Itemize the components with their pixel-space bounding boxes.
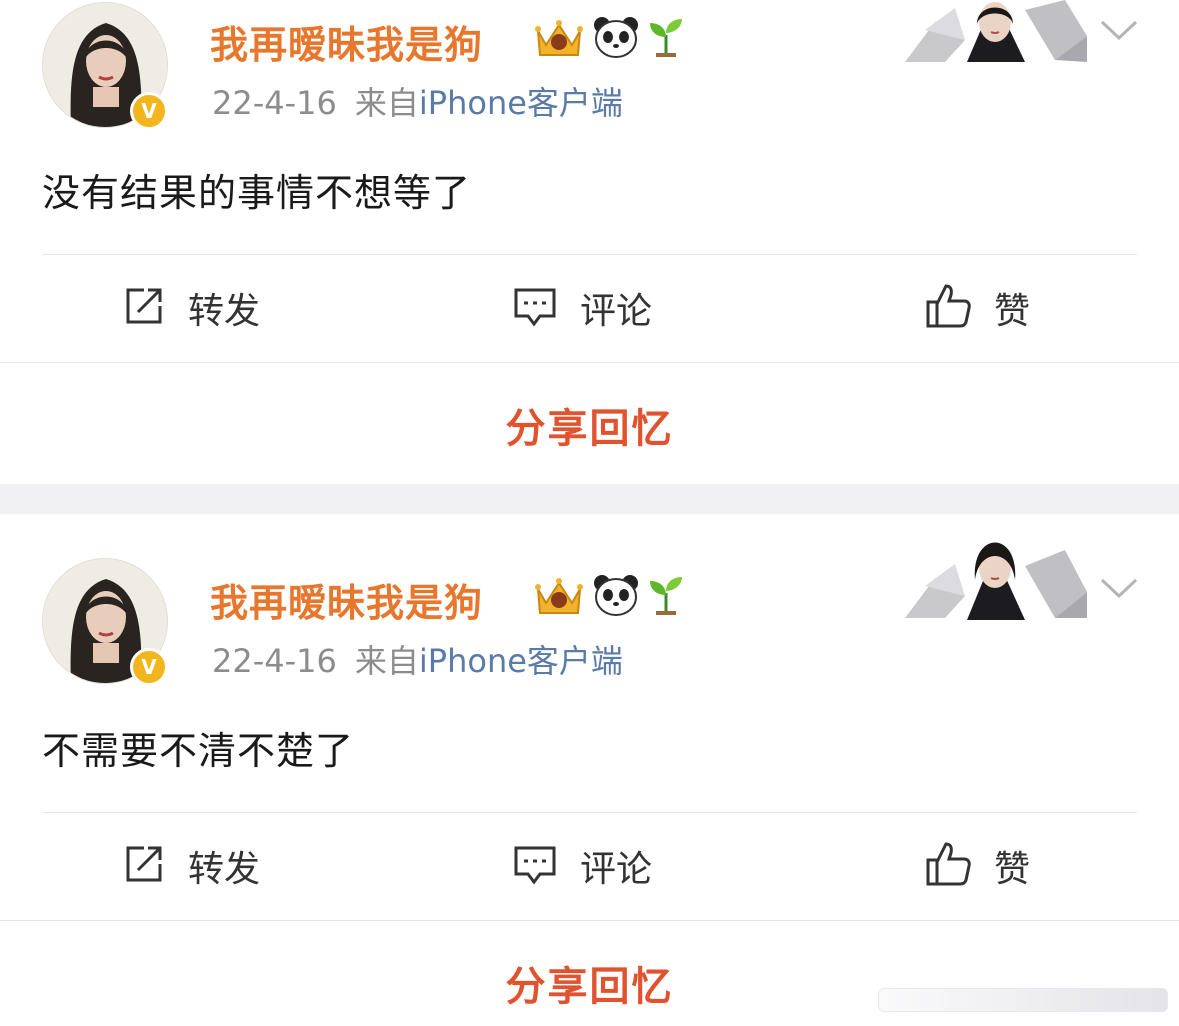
post-text: 没有结果的事情不想等了 [42, 171, 472, 215]
username[interactable]: 我再暧昧我是狗 [210, 572, 483, 627]
post-separator [0, 484, 1179, 514]
chevron-down-icon[interactable] [1098, 14, 1140, 44]
post-meta: 22-4-16 来自iPhone客户端 [212, 78, 623, 124]
comment-button[interactable]: 评论 [512, 283, 652, 333]
divider [0, 362, 1179, 363]
post-date: 22-4-16 [212, 84, 337, 122]
repost-icon [122, 842, 166, 890]
comment-label: 评论 [580, 849, 653, 890]
like-label: 赞 [994, 291, 1031, 332]
sprout-icon[interactable] [646, 15, 686, 63]
comment-icon [512, 284, 558, 332]
like-button[interactable]: 赞 [924, 841, 1030, 891]
source-link[interactable]: iPhone客户端 [419, 84, 623, 122]
repost-button[interactable]: 转发 [122, 283, 260, 333]
divider [0, 920, 1179, 921]
thumbs-up-icon [924, 282, 972, 334]
username[interactable]: 我再暧昧我是狗 [210, 14, 483, 69]
like-button[interactable]: 赞 [924, 283, 1030, 333]
repost-icon [122, 284, 166, 332]
source-prefix: 来自 [354, 642, 419, 680]
crown-badge-icon[interactable] [532, 15, 586, 63]
source-prefix: 来自 [354, 84, 419, 122]
action-bar: 转发 评论 赞 [0, 813, 1179, 921]
thumbs-up-icon [924, 840, 972, 892]
post-text: 不需要不清不楚了 [42, 729, 355, 773]
weibo-feed: V 我再暧昧我是狗 22-4-16 来自iPhone客户端 没有结果的事情不想等… [0, 0, 1179, 1026]
user-badges [532, 572, 686, 622]
repost-button[interactable]: 转发 [122, 841, 260, 891]
header-decoration-image [905, 0, 1087, 66]
sprout-icon[interactable] [646, 573, 686, 621]
weibo-post: V 我再暧昧我是狗 [0, 514, 1179, 1026]
repost-label: 转发 [188, 849, 261, 890]
verified-badge-icon: V [130, 92, 168, 130]
watermark [878, 988, 1168, 1012]
verified-badge-icon: V [130, 648, 168, 686]
panda-icon[interactable] [592, 573, 640, 621]
crown-badge-icon[interactable] [532, 573, 586, 621]
chevron-down-icon[interactable] [1098, 572, 1140, 602]
repost-label: 转发 [188, 291, 261, 332]
header-decoration-image [905, 528, 1087, 622]
user-badges [532, 14, 686, 64]
share-memory-button[interactable]: 分享回忆 [0, 396, 1179, 454]
weibo-post: V 我再暧昧我是狗 [0, 0, 1179, 484]
post-meta: 22-4-16 来自iPhone客户端 [212, 636, 623, 682]
like-label: 赞 [994, 849, 1031, 890]
post-date: 22-4-16 [212, 642, 337, 680]
comment-button[interactable]: 评论 [512, 841, 652, 891]
panda-icon[interactable] [592, 15, 640, 63]
source-link[interactable]: iPhone客户端 [419, 642, 623, 680]
comment-icon [512, 842, 558, 890]
comment-label: 评论 [580, 291, 653, 332]
action-bar: 转发 评论 赞 [0, 255, 1179, 363]
